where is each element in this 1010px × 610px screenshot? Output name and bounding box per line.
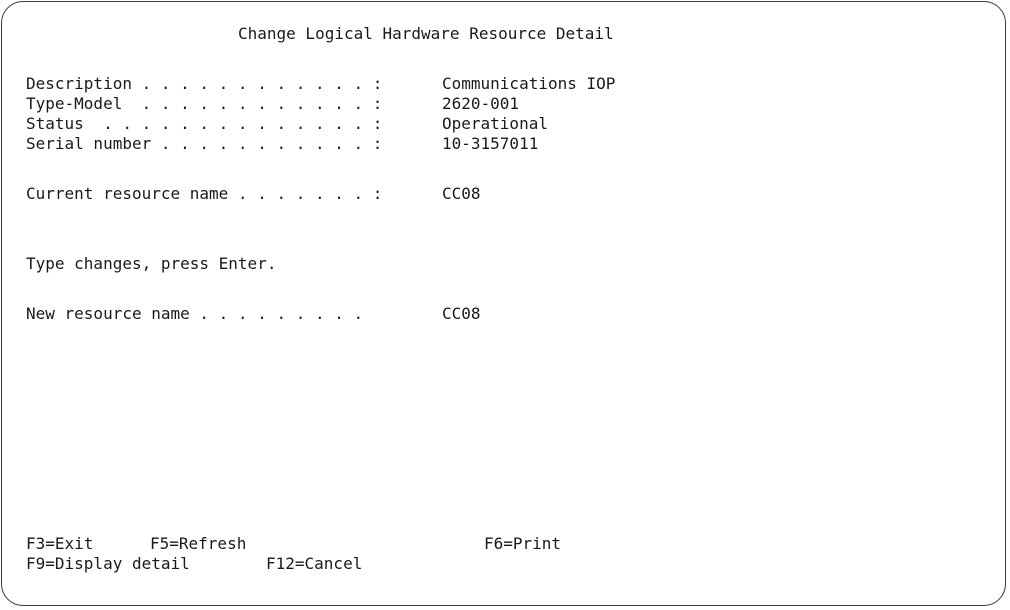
new-resource-name-input[interactable]: CC08 — [442, 304, 562, 324]
f12-cancel-key[interactable]: F12=Cancel — [266, 554, 362, 574]
status-label: Status . . . . . . . . . . . . . . : — [26, 114, 383, 133]
f9-display-detail-key[interactable]: F9=Display detail — [26, 554, 190, 574]
screen-title: Change Logical Hardware Resource Detail — [238, 24, 614, 43]
current-resource-name-value: CC08 — [442, 184, 481, 203]
serial-number-value: 10-3157011 — [442, 134, 539, 153]
description-value: Communications IOP — [442, 74, 616, 93]
status-value: Operational — [442, 114, 548, 133]
serial-number-label: Serial number . . . . . . . . . . . : — [26, 134, 383, 153]
current-resource-name-label: Current resource name . . . . . . . : — [26, 184, 383, 203]
f5-refresh-key[interactable]: F5=Refresh — [150, 534, 246, 554]
f3-exit-key[interactable]: F3=Exit — [26, 534, 93, 554]
type-model-value: 2620-001 — [442, 94, 520, 113]
new-resource-name-label: New resource name . . . . . . . . . — [26, 304, 364, 323]
description-label: Description . . . . . . . . . . . . : — [26, 74, 383, 93]
f6-print-key[interactable]: F6=Print — [484, 534, 561, 554]
instructions-text: Type changes, press Enter. — [26, 254, 277, 273]
terminal-screen: Change Logical Hardware Resource Detail … — [1, 1, 1006, 606]
type-model-label: Type-Model . . . . . . . . . . . . : — [26, 94, 383, 113]
